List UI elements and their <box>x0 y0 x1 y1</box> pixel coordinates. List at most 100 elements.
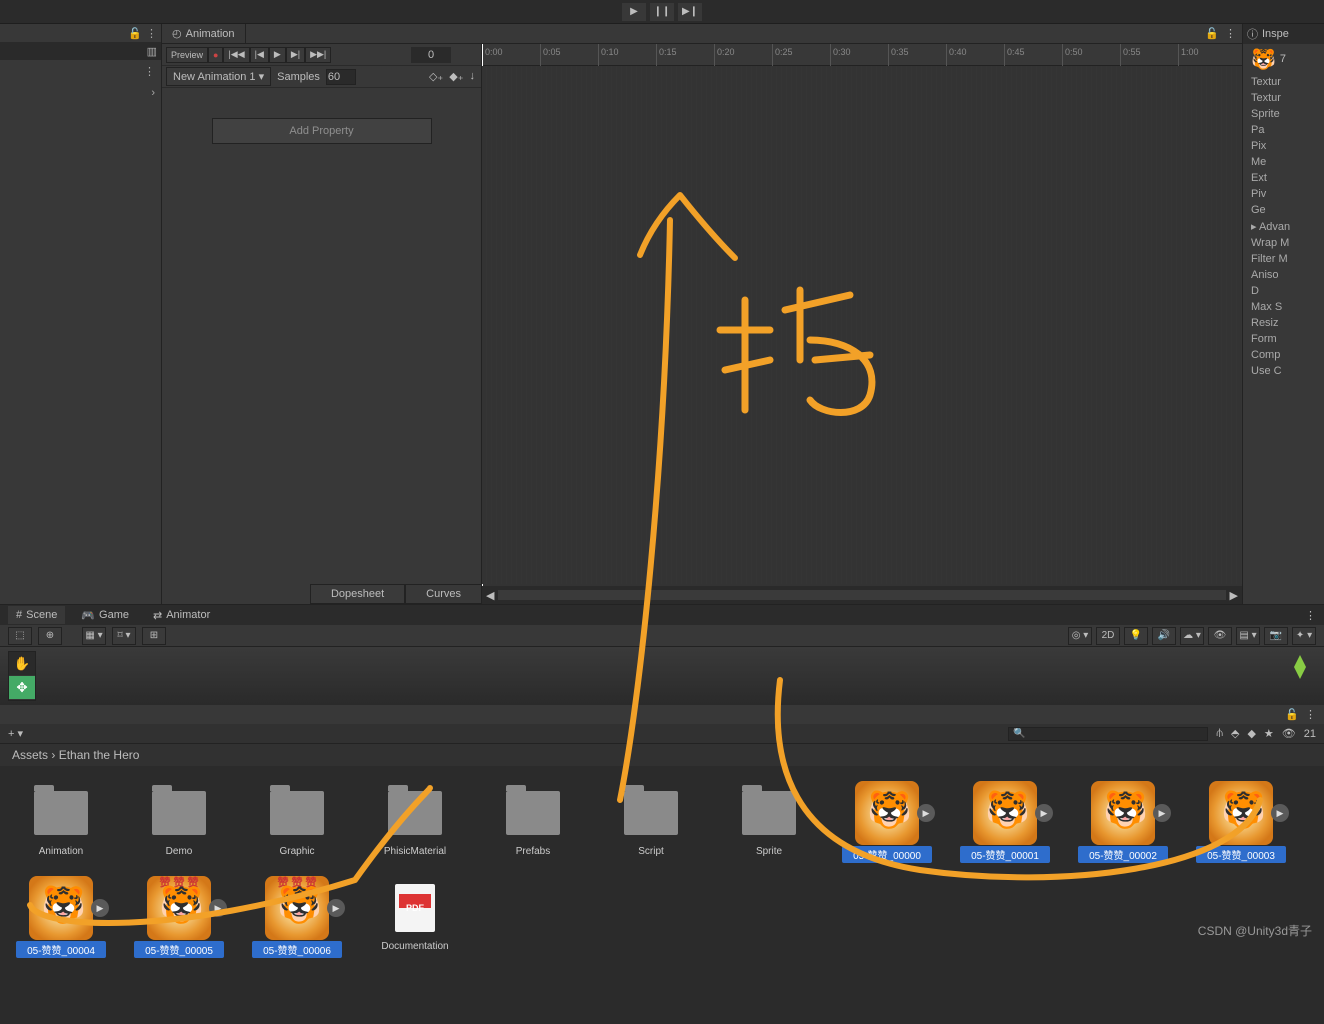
list-icon[interactable]: ▥ <box>147 45 157 58</box>
folder-prefabs[interactable]: Prefabs <box>488 786 578 863</box>
tab-animator[interactable]: ⇄Animator <box>145 606 218 625</box>
timeline-tracks[interactable] <box>482 66 1242 584</box>
texture-item[interactable]: ▶ 05-赞赞_00001 <box>960 786 1050 863</box>
folder-graphic[interactable]: Graphic <box>252 786 342 863</box>
lighting-button[interactable]: 💡 <box>1124 627 1148 645</box>
folder-animation[interactable]: Animation <box>16 786 106 863</box>
filter-icon[interactable]: ↓ <box>470 70 476 83</box>
layers-button[interactable]: ▤ ▾ <box>1236 627 1260 645</box>
clip-dropdown[interactable]: New Animation 1 ▾ <box>166 67 271 86</box>
hierarchy-header: ▥ <box>0 42 161 60</box>
project-grid[interactable]: Animation Demo Graphic PhisicMaterial Prefab… <box>0 766 1324 978</box>
texture-item[interactable]: ▶05-赞赞_00000 <box>842 786 932 863</box>
texture-item[interactable]: ▶05-赞赞_00002 <box>1078 786 1168 863</box>
tab-animation[interactable]: ◴ Animation <box>162 24 246 43</box>
folder-script[interactable]: Script <box>606 786 696 863</box>
play-icon: ▶ <box>1035 804 1053 822</box>
first-frame-button[interactable]: |◀◀ <box>223 47 249 63</box>
filter-icon[interactable]: ⫛ <box>1216 727 1223 740</box>
snap-button[interactable]: ⌑ ▾ <box>112 627 136 645</box>
last-frame-button[interactable]: ▶▶| <box>305 47 331 63</box>
prev-frame-button[interactable]: |◀ <box>250 47 269 63</box>
menu-icon[interactable]: ⋮ <box>1225 27 1236 40</box>
add-property-button[interactable]: Add Property <box>212 118 432 144</box>
timeline-ruler[interactable]: 0:000:050:100:150:200:250:300:350:400:45… <box>482 44 1242 66</box>
menu-icon[interactable]: ⋮ <box>1305 708 1316 721</box>
next-frame-button[interactable]: ▶| <box>286 47 305 63</box>
asset-thumb <box>265 786 329 840</box>
chevron-right-icon[interactable]: › <box>151 87 155 99</box>
curves-tab[interactable]: Curves <box>405 584 482 604</box>
scene-view[interactable]: ✋ ✥ <box>0 647 1324 705</box>
preview-toggle[interactable]: Preview <box>166 47 208 63</box>
add-key-icon[interactable]: ◇₊ <box>429 70 443 83</box>
timeline[interactable]: 0:000:050:100:150:200:250:300:350:400:45… <box>482 44 1242 604</box>
folder-icon <box>742 791 796 835</box>
dopesheet-tab[interactable]: Dopesheet <box>310 584 405 604</box>
play-button[interactable]: ▶ <box>622 3 646 21</box>
asset-thumb <box>147 786 211 840</box>
grid-button[interactable]: ▦ ▾ <box>82 627 106 645</box>
texture-item[interactable]: ▶05-赞赞_00004 <box>16 881 106 958</box>
folder-demo[interactable]: Demo <box>134 786 224 863</box>
audio-button[interactable]: 🔊 <box>1152 627 1176 645</box>
tab-scene[interactable]: #Scene <box>8 606 65 624</box>
lock-icon[interactable]: 🔓 <box>1285 708 1299 721</box>
hand-tool[interactable]: ✋ <box>9 652 35 676</box>
filter-type-icon[interactable]: ⬘ <box>1231 727 1239 740</box>
overlay-text: 赞 赞 赞 <box>265 874 329 890</box>
menu-icon[interactable]: ⋮ <box>1305 609 1324 622</box>
pause-button[interactable]: ❙❙ <box>650 3 674 21</box>
star-icon[interactable]: ★ <box>1264 727 1274 740</box>
folder-phisicmaterial[interactable]: PhisicMaterial <box>370 786 460 863</box>
search-input[interactable] <box>1008 727 1208 741</box>
step-button[interactable]: ▶❙ <box>678 3 702 21</box>
main-area: 🔓 ⋮ ▥ ⋮ › ◴ Animation 🔓 ⋮ Previ <box>0 24 1324 604</box>
timeline-scrollbar[interactable]: ◀ ▶ <box>482 586 1242 604</box>
top-playback-bar: ▶ ❙❙ ▶❙ <box>0 0 1324 24</box>
ruler-tick: 0:50 <box>1062 44 1083 66</box>
scene-gizmo[interactable] <box>1284 651 1316 686</box>
local-button[interactable]: ⊕ <box>38 627 62 645</box>
selection-count: 7 <box>1280 53 1286 65</box>
breadcrumb-child[interactable]: Ethan the Hero <box>59 748 140 762</box>
samples-input[interactable] <box>326 69 356 85</box>
fx-button[interactable]: ☁ ▾ <box>1180 627 1204 645</box>
2d-toggle[interactable]: 2D <box>1096 627 1120 645</box>
inspector-row: Textur <box>1243 74 1324 90</box>
lock-icon[interactable]: 🔓 <box>128 27 142 40</box>
documentation-file[interactable]: PDFDocumentation <box>370 881 460 958</box>
filter-label-icon[interactable]: ◆ <box>1247 727 1255 740</box>
inspector-header[interactable]: ⓘ Inspe <box>1243 24 1324 44</box>
move-tool[interactable]: ✥ <box>9 676 35 700</box>
lock-icon[interactable]: 🔓 <box>1205 27 1219 40</box>
breadcrumb-root[interactable]: Assets <box>12 748 48 762</box>
record-button[interactable]: ● <box>208 47 223 63</box>
texture-item[interactable]: 赞 赞 赞▶05-赞赞_00006 <box>252 881 342 958</box>
tab-game[interactable]: 🎮Game <box>73 606 137 625</box>
play-icon: ▶ <box>917 804 935 822</box>
texture-item[interactable]: 赞 赞 赞▶05-赞赞_00005 <box>134 881 224 958</box>
play-button[interactable]: ▶ <box>269 47 286 63</box>
pivot-button[interactable]: ⬚ <box>8 627 32 645</box>
increment-button[interactable]: ⊞ <box>142 627 166 645</box>
texture-thumb-icon: 🐯 <box>1251 47 1276 72</box>
asset-label: Script <box>606 846 696 857</box>
ruler-tick: 0:25 <box>772 44 793 66</box>
asset-thumb: ▶ <box>29 881 93 935</box>
texture-icon <box>29 876 93 940</box>
frame-field[interactable]: 0 <box>411 47 451 63</box>
breadcrumb[interactable]: Assets › Ethan the Hero <box>0 744 1324 766</box>
add-event-icon[interactable]: ◆₊ <box>449 70 463 83</box>
menu-icon[interactable]: ⋮ <box>144 65 155 78</box>
draw-mode-button[interactable]: ◎ ▾ <box>1068 627 1092 645</box>
texture-item[interactable]: ▶05-赞赞_00003 <box>1196 786 1286 863</box>
menu-icon[interactable]: ⋮ <box>146 27 157 40</box>
hidden-icon[interactable]: 👁 <box>1282 727 1296 740</box>
hidden-button[interactable]: 👁 <box>1208 627 1232 645</box>
camera-button[interactable]: 📷 <box>1264 627 1288 645</box>
gizmos-button[interactable]: ✦ ▾ <box>1292 627 1316 645</box>
folder-sprite[interactable]: Sprite <box>724 786 814 863</box>
asset-label: 05-赞赞_00001 <box>960 846 1050 863</box>
add-icon[interactable]: + ▾ <box>8 727 23 740</box>
